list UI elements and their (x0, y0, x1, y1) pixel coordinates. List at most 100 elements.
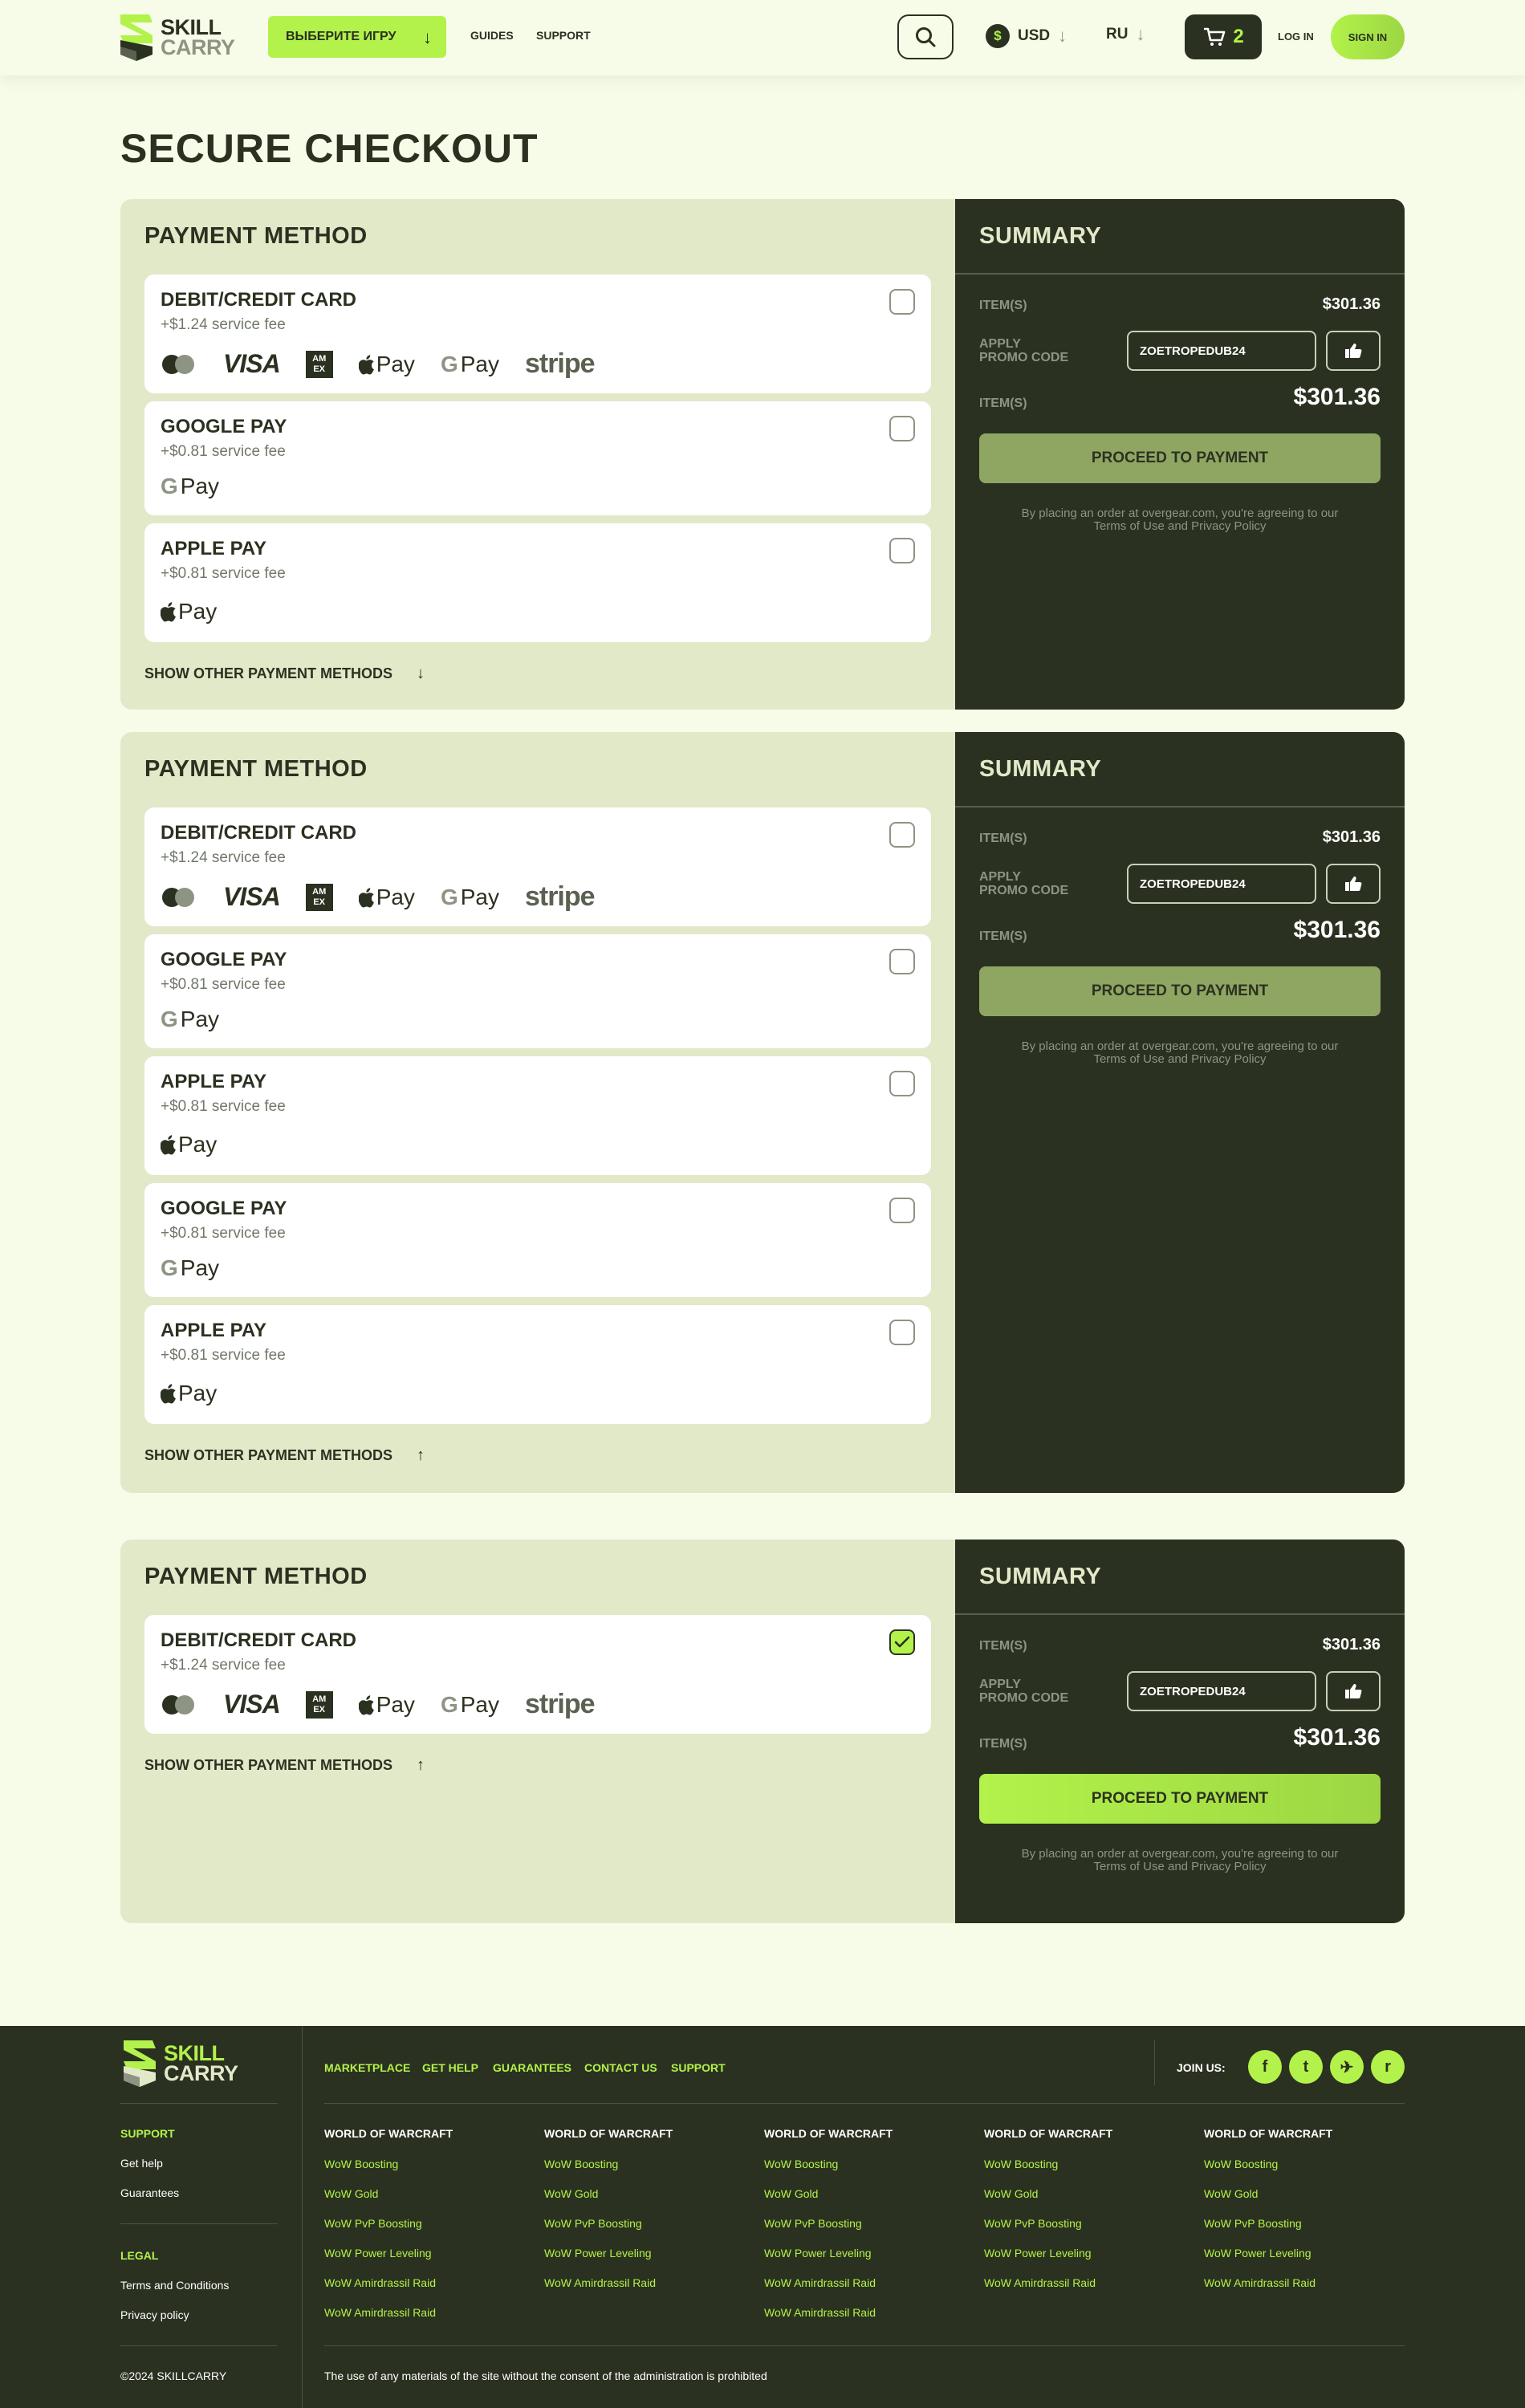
footer-column-link[interactable]: WoW Gold (544, 2187, 673, 2200)
footer-column-link[interactable]: WoW Power Leveling (764, 2247, 893, 2260)
twitter-icon[interactable]: t (1289, 2050, 1323, 2084)
payment-option-google-pay[interactable]: GOOGLE PAY +$0.81 service fee G Pay (144, 1183, 931, 1297)
footer-column-link[interactable]: WoW Amirdrassil Raid (324, 2306, 453, 2319)
footer-column-link[interactable]: WoW Boosting (984, 2158, 1112, 2170)
footer-nav-get-help[interactable]: GET HELP (422, 2061, 478, 2074)
payment-option-card[interactable]: DEBIT/CREDIT CARD +$1.24 service fee VIS… (144, 275, 931, 393)
option-checkbox[interactable] (889, 822, 915, 848)
option-checkbox[interactable] (889, 1320, 915, 1345)
payment-option-google-pay[interactable]: GOOGLE PAY +$0.81 service fee G Pay (144, 934, 931, 1048)
show-other-label: SHOW OTHER PAYMENT METHODS (144, 1447, 393, 1463)
proceed-to-payment-button[interactable]: PROCEED TO PAYMENT (979, 433, 1381, 483)
option-checkbox[interactable] (889, 538, 915, 563)
footer-nav-support[interactable]: SUPPORT (671, 2061, 726, 2074)
game-select-button[interactable]: ВЫБЕРИТЕ ИГРУ ↓ (268, 16, 446, 58)
language-selector[interactable]: RU ↓ (1106, 24, 1145, 45)
site-logo[interactable]: SKILL CARRY (117, 11, 235, 64)
rights-notice: The use of any materials of the site wit… (324, 2369, 767, 2382)
option-checkbox[interactable] (889, 1071, 915, 1096)
terms-link[interactable]: Terms of Use and Privacy Policy (979, 520, 1381, 533)
thumbs-up-icon (1345, 344, 1362, 358)
footer-link-terms[interactable]: Terms and Conditions (120, 2279, 229, 2292)
footer-nav-guarantees[interactable]: GUARANTEES (493, 2061, 571, 2074)
footer-column-link[interactable]: WoW Boosting (1204, 2158, 1332, 2170)
footer-column-link[interactable]: WoW PvP Boosting (544, 2217, 673, 2230)
footer-column-link[interactable]: WoW Power Leveling (324, 2247, 453, 2260)
payment-option-google-pay[interactable]: GOOGLE PAY +$0.81 service fee G Pay (144, 401, 931, 515)
footer-column-link[interactable]: WoW Power Leveling (1204, 2247, 1332, 2260)
amex-top: AM (312, 1694, 327, 1704)
footer-column-link[interactable]: WoW Amirdrassil Raid (324, 2276, 453, 2289)
apply-promo-button[interactable] (1326, 331, 1381, 371)
checkout-block-1: PAYMENT METHOD DEBIT/CREDIT CARD +$1.24 … (120, 199, 1405, 710)
footer-column-title: WORLD OF WARCRAFT (324, 2127, 453, 2140)
telegram-icon[interactable]: ✈ (1330, 2050, 1364, 2084)
promo-label-2: PROMO CODE (979, 351, 1069, 364)
language-label: RU (1106, 26, 1128, 43)
nav-support[interactable]: SUPPORT (536, 29, 591, 42)
proceed-to-payment-button[interactable]: PROCEED TO PAYMENT (979, 1774, 1381, 1824)
google-pay-logo: G Pay (161, 1255, 245, 1281)
signin-button[interactable]: SIGN IN (1331, 14, 1405, 59)
footer-column-link[interactable]: WoW Power Leveling (984, 2247, 1112, 2260)
option-checkbox[interactable] (889, 1198, 915, 1223)
mastercard-icon (161, 1694, 197, 1716)
footer-column-link[interactable]: WoW PvP Boosting (984, 2217, 1112, 2230)
footer-nav-marketplace[interactable]: MARKETPLACE (324, 2061, 410, 2074)
option-checkbox[interactable] (889, 416, 915, 441)
payment-option-apple-pay[interactable]: APPLE PAY +$0.81 service fee Pay (144, 523, 931, 642)
facebook-icon[interactable]: f (1248, 2050, 1282, 2084)
footer-logo[interactable]: SKILL CARRY (120, 2037, 238, 2090)
footer-column-link[interactable]: WoW Gold (324, 2187, 453, 2200)
stripe-icon: stripe (524, 348, 596, 379)
footer-link-privacy[interactable]: Privacy policy (120, 2308, 189, 2321)
login-link[interactable]: LOG IN (1278, 31, 1314, 43)
payment-option-card[interactable]: DEBIT/CREDIT CARD +$1.24 service fee VIS… (144, 807, 931, 926)
search-button[interactable] (897, 14, 954, 59)
google-g-icon: G (440, 884, 458, 909)
footer-column-link[interactable]: WoW Boosting (764, 2158, 893, 2170)
footer-column-link[interactable]: WoW Amirdrassil Raid (764, 2276, 893, 2289)
footer-link-get-help[interactable]: Get help (120, 2157, 163, 2170)
footer-column-link[interactable]: WoW Amirdrassil Raid (764, 2306, 893, 2319)
footer-column-link[interactable]: WoW Amirdrassil Raid (1204, 2276, 1332, 2289)
payment-option-card[interactable]: DEBIT/CREDIT CARD +$1.24 service fee VIS… (144, 1615, 931, 1734)
summary-divider (955, 273, 1405, 275)
footer-column-link[interactable]: WoW Boosting (544, 2158, 673, 2170)
option-checkbox[interactable] (889, 289, 915, 315)
payment-option-apple-pay[interactable]: APPLE PAY +$0.81 service fee Pay (144, 1056, 931, 1175)
proceed-to-payment-button[interactable]: PROCEED TO PAYMENT (979, 966, 1381, 1016)
footer-column-link[interactable]: WoW Power Leveling (544, 2247, 673, 2260)
apply-promo-button[interactable] (1326, 864, 1381, 904)
terms-link[interactable]: Terms of Use and Privacy Policy (979, 1053, 1381, 1066)
footer-column-link[interactable]: WoW Gold (984, 2187, 1112, 2200)
show-other-methods-button[interactable]: SHOW OTHER PAYMENT METHODS ↓ (144, 665, 425, 683)
apply-promo-button[interactable] (1326, 1671, 1381, 1711)
option-checkbox[interactable] (889, 949, 915, 974)
arrow-down-icon: ↓ (1136, 24, 1145, 44)
promo-code-input[interactable]: ZOETROPEDUB24 (1127, 864, 1316, 904)
footer-column-link[interactable]: WoW Gold (764, 2187, 893, 2200)
promo-code-input[interactable]: ZOETROPEDUB24 (1127, 1671, 1316, 1711)
footer-column-link[interactable]: WoW Boosting (324, 2158, 453, 2170)
show-other-methods-button[interactable]: SHOW OTHER PAYMENT METHODS ↑ (144, 1446, 425, 1465)
amex-icon: AM EX (305, 1690, 333, 1719)
footer-column-link[interactable]: WoW PvP Boosting (764, 2217, 893, 2230)
terms-link[interactable]: Terms of Use and Privacy Policy (979, 1861, 1381, 1873)
cart-button[interactable]: 2 (1185, 14, 1262, 59)
payment-option-apple-pay[interactable]: APPLE PAY +$0.81 service fee Pay (144, 1305, 931, 1424)
option-checkbox-checked[interactable] (889, 1629, 915, 1655)
terms-text: By placing an order at overgear.com, you… (979, 1040, 1381, 1066)
nav-guides[interactable]: GUIDES (470, 29, 514, 42)
currency-selector[interactable]: $ USD ↓ (986, 24, 1067, 48)
promo-code-input[interactable]: ZOETROPEDUB24 (1127, 331, 1316, 371)
footer-nav-contact-us[interactable]: CONTACT US (584, 2061, 657, 2074)
show-other-methods-button[interactable]: SHOW OTHER PAYMENT METHODS ↑ (144, 1756, 425, 1775)
reddit-icon[interactable]: r (1371, 2050, 1405, 2084)
footer-column-link[interactable]: WoW Amirdrassil Raid (984, 2276, 1112, 2289)
footer-column-link[interactable]: WoW PvP Boosting (324, 2217, 453, 2230)
footer-column-link[interactable]: WoW Gold (1204, 2187, 1332, 2200)
footer-column-link[interactable]: WoW PvP Boosting (1204, 2217, 1332, 2230)
footer-link-guarantees[interactable]: Guarantees (120, 2186, 179, 2199)
footer-column-link[interactable]: WoW Amirdrassil Raid (544, 2276, 673, 2289)
